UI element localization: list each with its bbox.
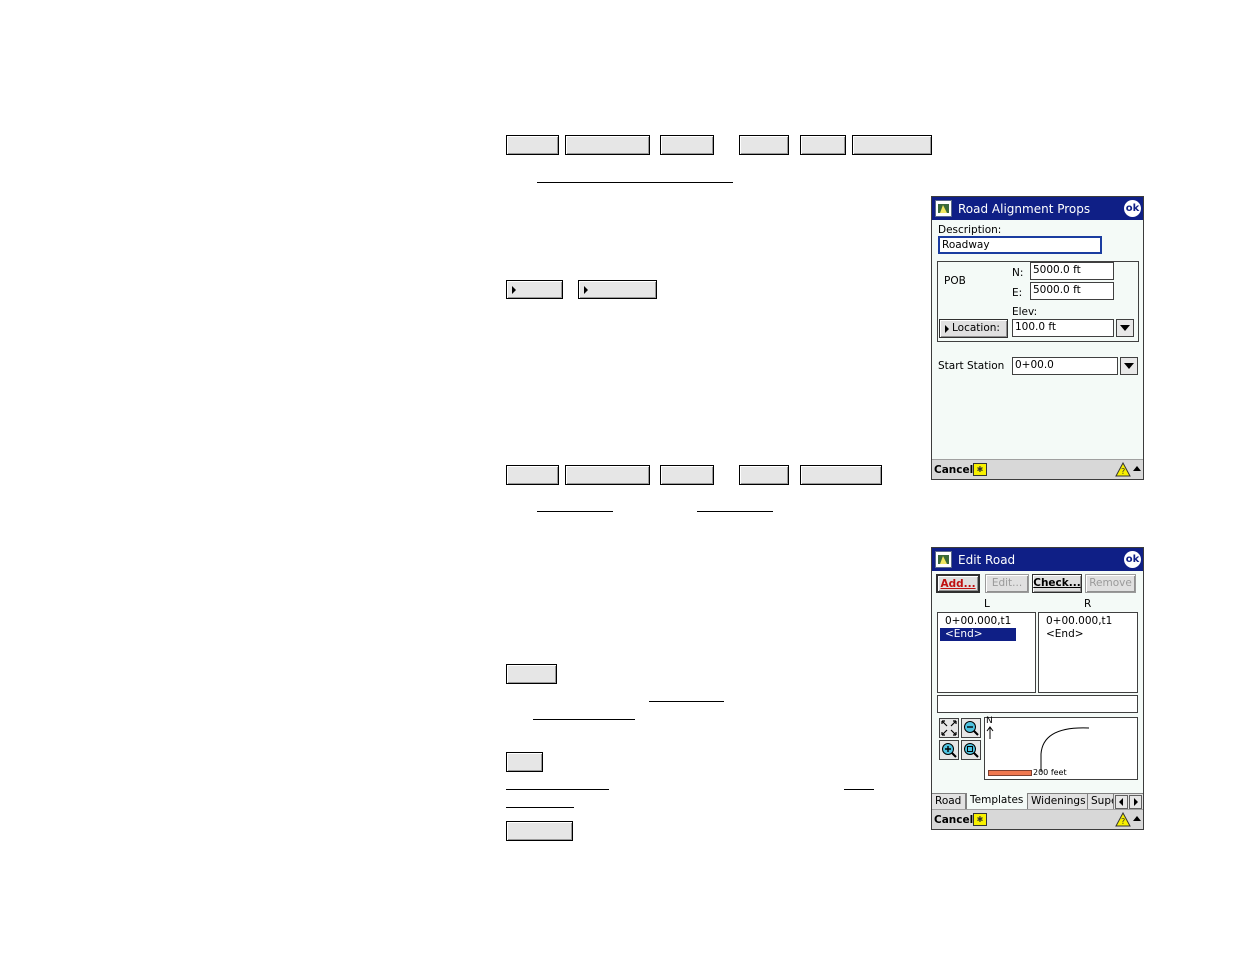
start-station-input[interactable]: 0+00.0 — [1012, 357, 1118, 375]
doc-button-8 — [565, 465, 650, 485]
zoom-extents-button[interactable] — [939, 718, 959, 738]
zoom-window-icon — [964, 743, 979, 758]
description-label: Description: — [938, 224, 1002, 236]
zoom-window-button[interactable] — [961, 740, 981, 760]
doc-underline-6 — [506, 789, 609, 790]
svg-text:?: ? — [1121, 467, 1125, 476]
list-item[interactable]: <End> — [940, 628, 1016, 641]
start-menu-icon[interactable] — [935, 551, 952, 568]
east-input[interactable]: 5000.0 ft — [1030, 282, 1114, 300]
doc-button-10 — [739, 465, 789, 485]
doc-button-2 — [565, 135, 650, 155]
tab-road[interactable]: Road — [932, 794, 966, 810]
doc-button-11 — [800, 465, 882, 485]
sip-arrow-icon[interactable] — [1133, 466, 1141, 471]
list-item[interactable]: 0+00.000,t1 — [940, 615, 1016, 628]
tab-supe[interactable]: Supe — [1088, 794, 1114, 810]
keyboard-icon[interactable]: ✱ — [973, 813, 987, 826]
title-bar: Edit Road ok — [932, 548, 1143, 571]
start-station-dropdown[interactable] — [1120, 357, 1138, 375]
zoom-out-icon — [964, 721, 979, 736]
doc-button-6 — [852, 135, 932, 155]
list-item[interactable]: <End> — [1041, 628, 1089, 641]
north-arrow-label: N — [986, 716, 993, 726]
doc-button-14 — [506, 821, 573, 841]
location-button[interactable]: Location: — [939, 319, 1008, 338]
ok-button[interactable]: ok — [1124, 200, 1141, 217]
chevron-right-icon — [1134, 798, 1138, 806]
zoom-in-icon — [942, 743, 957, 758]
add-button[interactable]: Add... — [936, 574, 980, 593]
doc-underline-5 — [533, 719, 635, 720]
cancel-button[interactable]: Cancel — [934, 464, 973, 476]
north-input[interactable]: 5000.0 ft — [1030, 262, 1114, 280]
doc-arrow-button-1 — [506, 280, 563, 299]
elev-dropdown[interactable] — [1116, 319, 1134, 337]
doc-button-1 — [506, 135, 559, 155]
doc-button-7 — [506, 465, 559, 485]
right-column-header: R — [1084, 598, 1092, 610]
edit-road-screen: Edit Road ok Add... Edit... Check... Rem… — [931, 547, 1144, 830]
north-arrow-icon — [986, 726, 994, 739]
doc-button-13 — [506, 752, 543, 772]
zoom-out-button[interactable] — [961, 718, 981, 738]
zoom-in-button[interactable] — [939, 740, 959, 760]
doc-underline-7 — [844, 789, 874, 790]
elev-input[interactable]: 100.0 ft — [1012, 319, 1114, 337]
warning-icon[interactable]: ? — [1115, 462, 1131, 477]
tab-scroll-right-button[interactable] — [1129, 795, 1142, 809]
doc-arrow-button-2 — [578, 280, 657, 299]
east-label: E: — [1012, 287, 1023, 299]
warning-icon[interactable]: ? — [1115, 812, 1131, 827]
keyboard-icon[interactable]: ✱ — [973, 463, 987, 476]
alignment-map[interactable]: N 200 feet — [984, 716, 1138, 780]
right-template-list[interactable]: 0+00.000,t1 <End> — [1038, 612, 1138, 693]
ok-button[interactable]: ok — [1124, 551, 1141, 568]
pob-label: POB — [944, 275, 966, 287]
svg-text:?: ? — [1121, 817, 1125, 826]
tab-scroll-left-button[interactable] — [1115, 795, 1128, 809]
command-bar: Cancel ✱ ? — [932, 459, 1143, 479]
doc-button-4 — [739, 135, 789, 155]
title-bar: Road Alignment Props ok — [932, 197, 1143, 220]
sip-arrow-icon[interactable] — [1133, 816, 1141, 821]
list-item[interactable]: 0+00.000,t1 — [1041, 615, 1117, 628]
doc-underline-3 — [697, 511, 773, 512]
cancel-button[interactable]: Cancel — [934, 814, 973, 826]
zoom-extents-icon — [941, 720, 957, 736]
command-bar: Cancel ✱ ? — [932, 809, 1143, 829]
doc-underline-2 — [537, 511, 613, 512]
road-alignment-props-screen: Road Alignment Props ok Description: Roa… — [931, 196, 1144, 480]
doc-underline-1 — [537, 182, 733, 183]
doc-underline-4 — [649, 701, 724, 702]
window-title: Edit Road — [958, 553, 1016, 567]
doc-button-9 — [660, 465, 714, 485]
doc-button-12 — [506, 664, 557, 684]
description-input[interactable]: Roadway — [938, 236, 1102, 254]
doc-button-5 — [800, 135, 846, 155]
window-title: Road Alignment Props — [958, 202, 1091, 216]
chevron-left-icon — [1119, 798, 1123, 806]
check-button[interactable]: Check... — [1032, 574, 1082, 593]
alignment-curve — [1040, 727, 1090, 772]
doc-underline-8 — [506, 807, 574, 808]
start-station-label: Start Station — [938, 360, 1005, 372]
tab-bar: Road Templates Widenings Supe — [932, 793, 1143, 811]
elev-label: Elev: — [1012, 306, 1038, 318]
doc-button-3 — [660, 135, 714, 155]
scale-label: 200 feet — [1033, 768, 1067, 777]
tab-widenings[interactable]: Widenings — [1028, 794, 1088, 810]
edit-button[interactable]: Edit... — [985, 574, 1029, 593]
scale-bar — [988, 770, 1032, 776]
status-field — [937, 695, 1138, 713]
north-label: N: — [1012, 267, 1024, 279]
left-column-header: L — [984, 598, 990, 610]
start-menu-icon[interactable] — [935, 200, 952, 217]
remove-button[interactable]: Remove — [1085, 574, 1136, 593]
left-template-list[interactable]: 0+00.000,t1 <End> — [937, 612, 1036, 693]
